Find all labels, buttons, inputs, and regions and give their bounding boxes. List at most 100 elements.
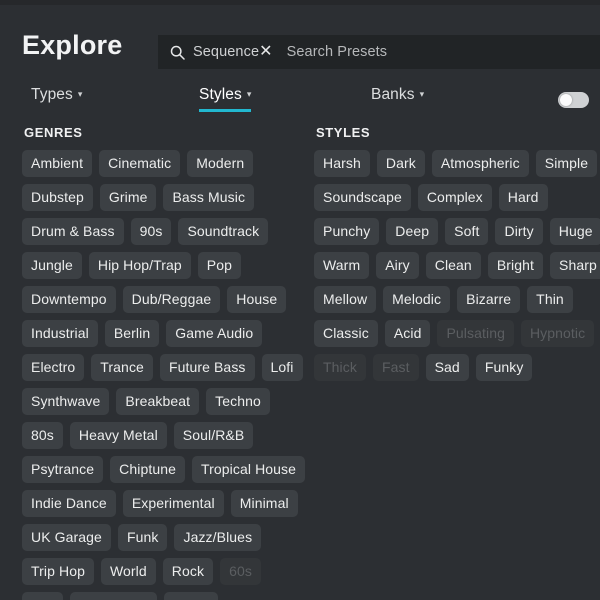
tag-item[interactable]: Industrial (22, 320, 98, 347)
tag-item[interactable]: Indie Dance (22, 490, 116, 517)
styles-heading: STYLES (316, 126, 600, 139)
tag-item[interactable]: Trip Hop (22, 558, 94, 585)
tag-item[interactable]: Modern (187, 150, 253, 177)
tag-item[interactable]: Lofi (262, 354, 303, 381)
tag-item[interactable]: Acid (385, 320, 431, 347)
tag-item: Hypnotic (521, 320, 594, 347)
styles-tag-list: Harsh Dark Atmospheric Simple Soundscape Comp… (314, 150, 600, 381)
tag-item[interactable]: Downtempo (22, 286, 116, 313)
close-icon[interactable]: ✕ (259, 44, 273, 60)
tag-item[interactable]: 90s (131, 218, 172, 245)
tag-item[interactable]: Hard (499, 184, 548, 211)
tag-item: Thick (314, 354, 366, 381)
tag-item[interactable]: Drum & Bass (22, 218, 124, 245)
search-filter-chip-label: Sequence (193, 44, 259, 60)
tag-item[interactable]: Warm (314, 252, 369, 279)
tab-types-label: Types (31, 86, 73, 103)
tag-item[interactable]: Soft (445, 218, 488, 245)
tag-item[interactable]: Heavy Metal (70, 422, 167, 449)
tag-item[interactable]: Trance (91, 354, 153, 381)
tag-item[interactable]: 80s (22, 422, 63, 449)
tag-item[interactable]: Airy (376, 252, 419, 279)
tag-item[interactable]: Dubstep (22, 184, 93, 211)
tag-item[interactable]: Funk (118, 524, 168, 551)
tag-item[interactable]: Game Audio (166, 320, 262, 347)
tag-item[interactable]: Sad (426, 354, 469, 381)
styles-column: STYLES Harsh Dark Atmospheric Simple Soundsc… (314, 126, 600, 381)
filter-toggle[interactable] (558, 92, 589, 108)
tab-banks-label: Banks (371, 86, 415, 103)
tag-item: Fast (373, 354, 419, 381)
search-icon (170, 45, 185, 60)
genres-tag-list: Ambient Cinematic Modern Dubstep GrimeBass M… (22, 150, 308, 600)
tag-item[interactable]: Soundscape (314, 184, 411, 211)
tag-item[interactable]: Synthwave (22, 388, 109, 415)
search-bar[interactable]: Sequence ✕ Search Presets (158, 35, 600, 69)
tag-item[interactable]: Soul/R&B (174, 422, 254, 449)
tag-item[interactable]: Harsh (314, 150, 370, 177)
tag-item[interactable]: Disco (164, 592, 218, 600)
tag-item[interactable]: UK Garage (22, 524, 111, 551)
tab-types[interactable]: Types▾ (31, 86, 82, 112)
tag-item[interactable]: Jazz/Blues (174, 524, 261, 551)
tag-item[interactable]: Thin (527, 286, 573, 313)
tag-item[interactable]: Mellow (314, 286, 376, 313)
tag-item[interactable]: Bright (488, 252, 543, 279)
tab-styles[interactable]: Styles ▾ (199, 86, 251, 112)
tag-item[interactable]: Electro (22, 354, 84, 381)
tag-item[interactable]: Future Bass (160, 354, 255, 381)
filter-toggle-knob (560, 94, 572, 106)
tag-item[interactable]: Funky (476, 354, 533, 381)
genres-column: GENRES Ambient Cinematic Modern Dubstep Grim… (22, 126, 308, 600)
tag-item[interactable]: House (227, 286, 286, 313)
tag-item[interactable]: Techno (206, 388, 270, 415)
tag-item[interactable]: Breakbeat (116, 388, 199, 415)
genres-heading: GENRES (24, 126, 308, 139)
tag-item[interactable]: Classic (314, 320, 378, 347)
tag-item[interactable]: Hip Hop/Trap (89, 252, 191, 279)
active-tab-underline (199, 109, 251, 112)
tag-item[interactable]: Grime (100, 184, 157, 211)
tag-item[interactable]: Pop (198, 252, 241, 279)
tag-item[interactable]: Melodic (383, 286, 450, 313)
tag-item[interactable]: Berlin (105, 320, 159, 347)
tag-item[interactable]: Sharp (550, 252, 600, 279)
chevron-down-icon: ▾ (247, 89, 252, 99)
chevron-down-icon: ▾ (420, 89, 425, 99)
tag-item[interactable]: Rock (163, 558, 213, 585)
tag-item[interactable]: Reggaeton (70, 592, 157, 600)
tag-item[interactable]: Huge (550, 218, 600, 245)
tag-item[interactable]: Dub/Reggae (123, 286, 221, 313)
tag-item[interactable]: Chiptune (110, 456, 185, 483)
tag-item[interactable]: Bizarre (457, 286, 520, 313)
tag-item[interactable]: Dark (377, 150, 425, 177)
page-title: Explore (22, 32, 122, 59)
tab-banks[interactable]: Banks ▾ (371, 86, 424, 112)
tag-item[interactable]: Soundtrack (178, 218, 268, 245)
tag-item[interactable]: World (101, 558, 156, 585)
tag-columns: GENRES Ambient Cinematic Modern Dubstep Grim… (0, 126, 600, 600)
tag-item[interactable]: Clean (426, 252, 481, 279)
tag-item[interactable]: 70s (22, 592, 63, 600)
search-filter-chip[interactable]: Sequence ✕ (193, 44, 273, 60)
tab-styles-label: Styles (199, 86, 242, 103)
filter-tabs: Types▾ Styles ▾ Banks ▾ (0, 80, 600, 122)
tag-item[interactable]: Dirty (495, 218, 542, 245)
tag-item[interactable]: Jungle (22, 252, 82, 279)
tag-item: 60s (220, 558, 261, 585)
tag-item[interactable]: Deep (386, 218, 438, 245)
tag-item[interactable]: Psytrance (22, 456, 103, 483)
explore-panel: Explore Sequence ✕ Search Presets Types▾… (0, 0, 600, 600)
header: Explore Sequence ✕ Search Presets (0, 5, 600, 69)
tag-item[interactable]: Atmospheric (432, 150, 529, 177)
search-input-placeholder[interactable]: Search Presets (287, 44, 388, 60)
tag-item[interactable]: Ambient (22, 150, 92, 177)
tag-item[interactable]: Experimental (123, 490, 224, 517)
tag-item[interactable]: Simple (536, 150, 597, 177)
tag-item[interactable]: Cinematic (99, 150, 180, 177)
tag-item[interactable]: Bass Music (163, 184, 254, 211)
tag-item[interactable]: Complex (418, 184, 492, 211)
tag-item[interactable]: Minimal (231, 490, 298, 517)
tag-item[interactable]: Punchy (314, 218, 379, 245)
tag-item[interactable]: Tropical House (192, 456, 305, 483)
